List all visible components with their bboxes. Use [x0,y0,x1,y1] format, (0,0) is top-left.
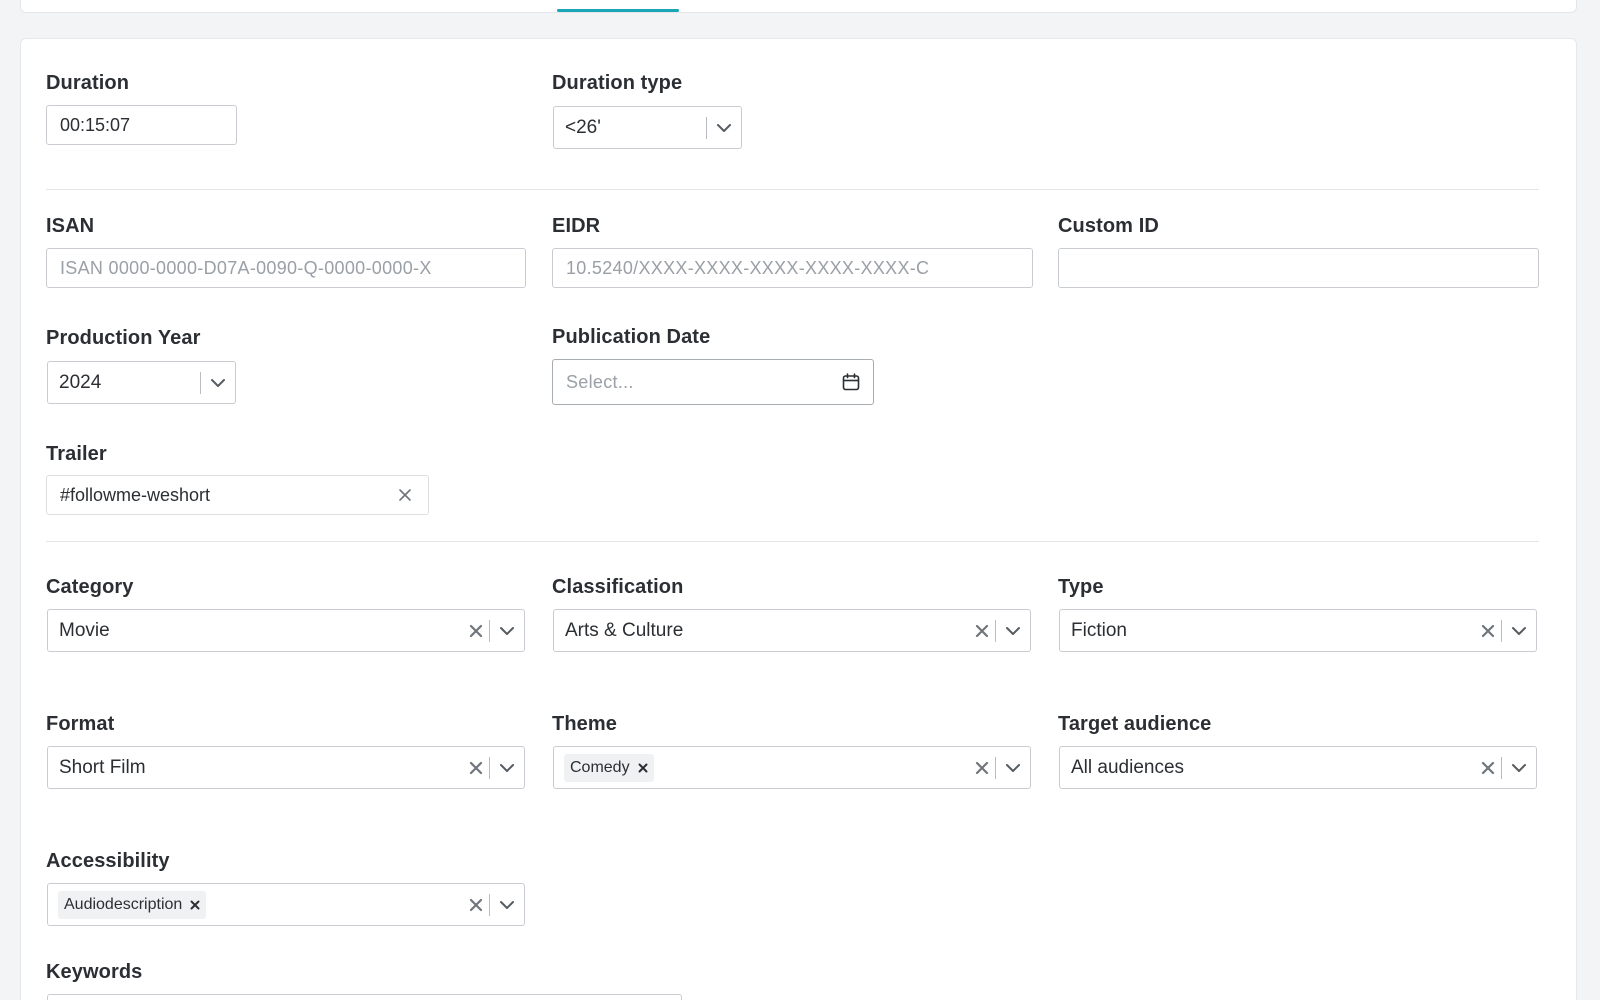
clear-icon[interactable] [463,747,489,788]
chevron-down-icon[interactable] [1502,610,1536,651]
chevron-down-icon[interactable] [201,362,235,403]
clear-icon[interactable] [969,747,995,788]
production-year-value: 2024 [59,371,102,393]
type-value: Fiction [1071,619,1127,641]
format-select[interactable]: Short Film [47,746,525,789]
chevron-down-icon[interactable] [996,610,1030,651]
remove-chip-icon[interactable] [190,900,200,910]
duration-type-value: <26' [565,116,601,138]
production-year-label: Production Year [46,327,201,349]
publication-date-label: Publication Date [552,326,711,348]
trailer-input[interactable]: #followme-weshort [46,475,429,515]
chevron-down-icon[interactable] [490,747,524,788]
isan-label: ISAN [46,215,95,237]
clear-icon[interactable] [463,884,489,925]
production-year-select[interactable]: 2024 [47,361,236,404]
publication-date-placeholder: Select... [566,371,634,392]
format-value: Short Film [59,756,146,778]
eidr-label: EIDR [552,215,601,237]
accessibility-chips: Audiodescription [48,890,463,919]
chevron-down-icon[interactable] [707,107,741,148]
eidr-input[interactable]: 10.5240/XXXX-XXXX-XXXX-XXXX-XXXX-C [552,248,1033,288]
clear-icon[interactable] [969,610,995,651]
target-audience-label: Target audience [1058,713,1212,735]
section-divider [46,189,1539,190]
isan-placeholder: ISAN 0000-0000-D07A-0090-Q-0000-0000-X [60,257,432,278]
isan-input[interactable]: ISAN 0000-0000-D07A-0090-Q-0000-0000-X [46,248,526,288]
duration-value: 00:15:07 [60,114,131,135]
theme-chips: Comedy [554,753,969,782]
accessibility-label: Accessibility [46,850,170,872]
custom-id-input[interactable] [1058,248,1539,288]
target-audience-select[interactable]: All audiences [1059,746,1537,789]
remove-chip-icon[interactable] [638,763,648,773]
duration-input[interactable]: 00:15:07 [46,105,237,145]
active-tab-indicator [557,9,679,12]
theme-label: Theme [552,713,617,735]
keywords-label: Keywords [46,961,143,983]
duration-label: Duration [46,72,130,94]
type-select[interactable]: Fiction [1059,609,1537,652]
target-audience-value: All audiences [1071,756,1185,778]
category-select[interactable]: Movie [47,609,525,652]
keywords-input[interactable] [47,994,682,1000]
duration-type-select[interactable]: <26' [553,106,742,149]
classification-label: Classification [552,576,684,598]
chevron-down-icon[interactable] [490,884,524,925]
metadata-form-card [20,38,1577,1000]
custom-id-label: Custom ID [1058,215,1159,237]
format-label: Format [46,713,115,735]
theme-select[interactable]: Comedy [553,746,1031,789]
chevron-down-icon[interactable] [996,747,1030,788]
category-value: Movie [59,619,110,641]
classification-select[interactable]: Arts & Culture [553,609,1031,652]
theme-chip-label: Comedy [570,758,630,776]
top-tab-bar [20,0,1577,13]
type-label: Type [1058,576,1104,598]
trailer-value: #followme-weshort [60,484,211,505]
clear-icon[interactable] [463,610,489,651]
duration-type-label: Duration type [552,72,683,94]
chevron-down-icon[interactable] [490,610,524,651]
publication-date-picker[interactable]: Select... [552,359,874,405]
eidr-placeholder: 10.5240/XXXX-XXXX-XXXX-XXXX-XXXX-C [566,257,930,278]
theme-chip: Comedy [564,753,654,782]
clear-icon[interactable] [1475,747,1501,788]
trailer-label: Trailer [46,443,107,465]
close-icon[interactable] [398,488,412,502]
accessibility-chip-label: Audiodescription [64,895,183,913]
accessibility-chip: Audiodescription [58,890,207,919]
clear-icon[interactable] [1475,610,1501,651]
classification-value: Arts & Culture [565,619,684,641]
category-label: Category [46,576,134,598]
calendar-icon[interactable] [842,373,860,391]
section-divider [46,541,1539,542]
chevron-down-icon[interactable] [1502,747,1536,788]
accessibility-select[interactable]: Audiodescription [47,883,525,926]
